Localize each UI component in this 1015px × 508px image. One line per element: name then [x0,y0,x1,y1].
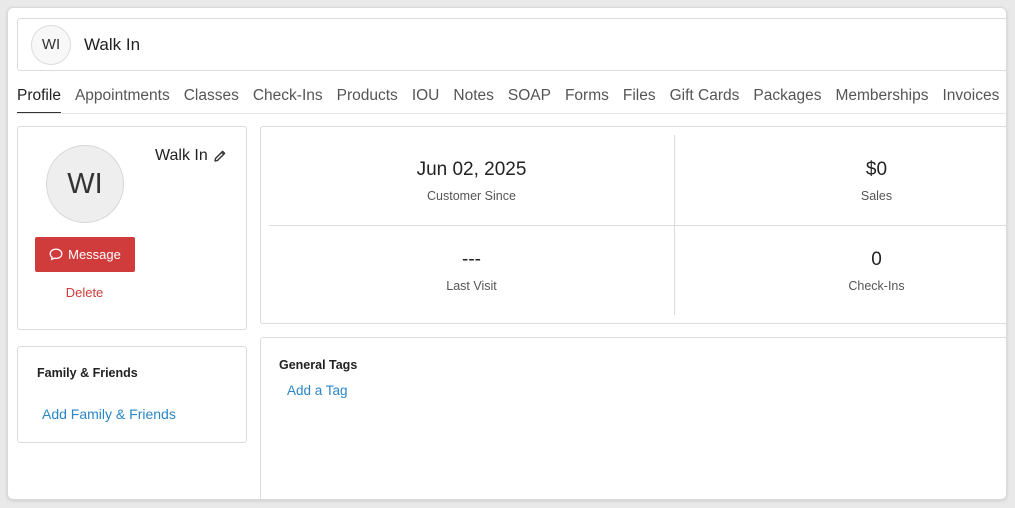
stat-label: Customer Since [427,189,516,203]
tab-products[interactable]: Products [337,87,398,114]
profile-card: WI Walk In Message Delete [17,126,247,330]
stat-last-visit: --- Last Visit [269,225,674,315]
add-tag-link[interactable]: Add a Tag [287,383,348,398]
profile-name-row: Walk In [155,147,227,165]
tab-divider [17,113,1006,114]
stat-value: 0 [871,249,882,270]
customer-header: WI Walk In [17,18,1006,71]
stat-value: --- [462,249,481,270]
message-button-label: Message [68,247,121,262]
tab-memberships[interactable]: Memberships [835,87,928,114]
profile-tabs: Profile Appointments Classes Check-Ins P… [17,80,1006,114]
chat-bubble-icon [49,248,63,261]
profile-name: Walk In [155,147,208,164]
stat-label: Last Visit [446,279,497,293]
stat-label: Check-Ins [848,279,905,293]
header-avatar: WI [31,24,71,65]
tab-files[interactable]: Files [623,87,656,114]
stat-value: $0 [865,159,888,180]
tab-packages[interactable]: Packages [753,87,821,114]
customer-profile-window: WI Walk In Profile Appointments Classes … [7,7,1007,500]
stat-value: Jun 02, 2025 [416,159,527,180]
profile-avatar: WI [46,145,124,223]
stat-label: Sales [860,189,893,203]
general-tags-card: General Tags Add a Tag [260,337,1006,499]
stat-customer-since: Jun 02, 2025 Customer Since [269,135,674,225]
stat-check-ins: 0 Check-Ins [674,225,1006,315]
tab-notes[interactable]: Notes [453,87,494,114]
family-friends-card: Family & Friends Add Family & Friends [17,346,247,443]
message-button[interactable]: Message [35,237,135,272]
add-family-friends-link[interactable]: Add Family & Friends [42,406,176,422]
tab-appointments[interactable]: Appointments [75,87,170,114]
customer-stats-card: Jun 02, 2025 Customer Since $0 Sales ---… [260,126,1006,324]
tab-classes[interactable]: Classes [184,87,239,114]
delete-link[interactable]: Delete [18,285,151,300]
tab-forms[interactable]: Forms [565,87,609,114]
tab-iou[interactable]: IOU [412,87,440,114]
pencil-icon[interactable] [213,149,227,163]
tab-invoices[interactable]: Invoices [942,87,999,114]
tab-gift-cards[interactable]: Gift Cards [670,87,740,114]
stat-sales: $0 Sales [674,135,1006,225]
header-customer-name: Walk In [84,34,141,54]
family-friends-title: Family & Friends [37,366,138,380]
tab-check-ins[interactable]: Check-Ins [253,87,323,114]
tab-soap[interactable]: SOAP [508,87,551,114]
general-tags-title: General Tags [279,358,358,372]
tab-profile[interactable]: Profile [17,87,61,114]
